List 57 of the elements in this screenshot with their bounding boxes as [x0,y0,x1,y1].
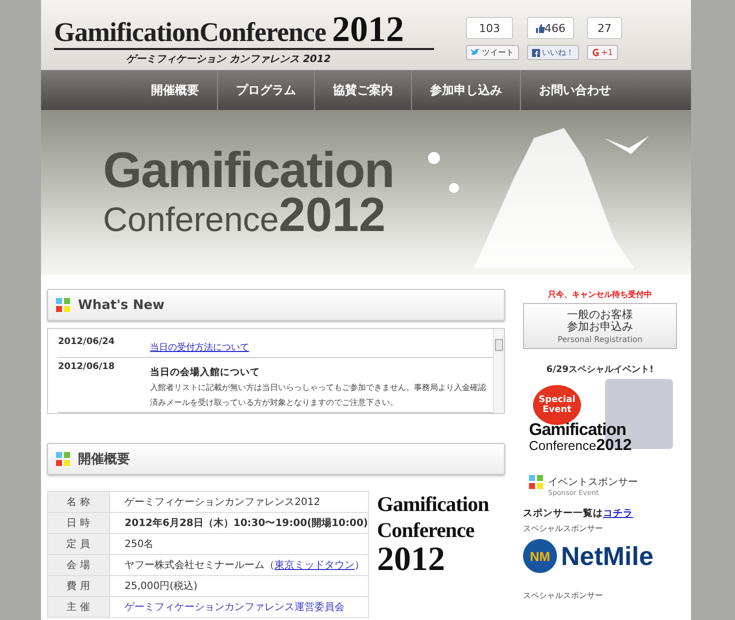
table-header-cell: 会 場 [48,554,110,576]
share-count: 466 [527,17,574,39]
hero-title: Gamification [103,146,394,194]
news-date: 2012/06/24 [58,336,116,349]
share-count: 103 [466,17,513,39]
section-title: 開催概要 [78,451,130,468]
table-header-cell: 費 用 [48,576,110,596]
section-title: What's New [78,298,165,312]
table-cell: 2012年6月28日（木）10:30〜19:00(開場10:00) [109,512,368,534]
venue-link[interactable]: 東京ミッドタウン [274,560,355,571]
sponsor-list-text: スポンサー一覧は コチラ [523,507,633,520]
share-button[interactable]: +1 [587,45,618,60]
banner-title: Gamification [529,422,626,438]
banner-year: 2012 [596,438,632,454]
notice-text: 只今、キャンセル待ち受付中 [548,289,652,300]
share-count: 27 [587,17,622,39]
table-cell: ゲーミフィケーションカンファレンス2012 [109,492,368,512]
table-cell-text: ヤフー株式会社セミナールーム（東京ミッドタウン） [124,560,365,571]
logo-title: Gamification [377,491,489,517]
nav-link[interactable]: お問い合わせ [521,70,629,110]
event-title: 6/29スペシャルイベント! [546,364,654,376]
logo-year: 2012 [377,543,446,577]
news-title: 当日の会場入館について [150,367,260,378]
table-header-cell: 主 催 [48,596,110,618]
sponsor-label: スペシャルスポンサー [523,523,603,534]
sponsor-label: スペシャルスポンサー [523,590,603,601]
hero-subtitle: Conference [103,200,279,240]
logo-year: 2012 [332,12,404,46]
f-logo-icon [532,48,540,56]
table-header-cell: 日 時 [48,512,110,534]
share-button[interactable]: いいね！ [527,45,579,60]
hero-year: 2012 [278,194,386,238]
squares-icon [56,298,70,312]
table-cell: 25,000円(税込) [109,576,368,596]
sponsor-heading: イベントスポンサー [548,476,638,489]
logo-title: Conference [377,517,476,543]
logo-title: GamificationConference [54,17,326,48]
share-button[interactable]: ツイート [466,45,519,60]
table-cell[interactable]: ゲーミフィケーションカンファレンス運営委員会 [109,596,368,618]
sponsor-list-link[interactable]: コチラ [603,508,633,519]
news-body: 入館者リストに記載が無い方は当日いらっしゃってもご参加できません。事務局より入金確認済みメールを受け取っている方が対象となりますのでご注意下さい。 [150,382,487,409]
scrollbar[interactable] [493,329,504,413]
thumbs-up-icon [536,24,544,32]
banner-subtitle: Conference [529,438,596,453]
news-link[interactable]: 当日の受付方法について [150,343,249,353]
logo-subtitle: ゲーミフィケーション カンファレンス 2012 [126,53,332,66]
news-date: 2012/06/18 [58,361,116,374]
registration-button[interactable]: 一般のお客様 参加お申込み Personal Registration [523,303,677,349]
globe-logo: NM [523,539,557,573]
g-logo-icon [592,48,599,57]
squares-icon [56,452,70,466]
table-header-cell: 定 員 [48,534,110,554]
table-cell: 250名 [109,534,368,554]
bird-icon [471,49,480,56]
sponsor-name[interactable]: NetMile [561,540,654,572]
squares-icon [529,475,543,489]
table-header-cell: 名 称 [48,492,110,512]
